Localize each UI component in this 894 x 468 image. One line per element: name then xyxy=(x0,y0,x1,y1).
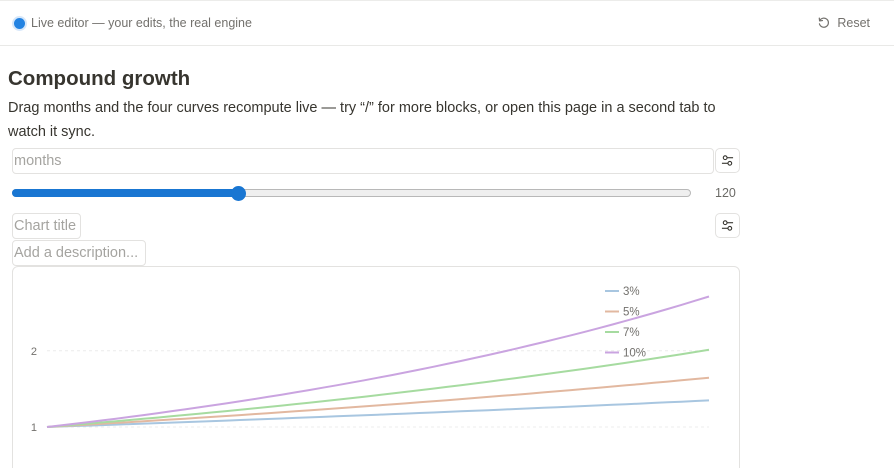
months-field[interactable]: months xyxy=(12,148,714,174)
chart-description-placeholder: Add a description... xyxy=(14,245,139,261)
chart-title-field[interactable]: Chart title xyxy=(12,213,81,239)
legend-label: 10% xyxy=(623,348,646,360)
series-line-5% xyxy=(46,376,710,428)
series-line-3% xyxy=(46,399,710,428)
slider-thumb[interactable] xyxy=(231,186,246,201)
reset-icon xyxy=(819,17,830,28)
legend-label: 5% xyxy=(623,307,640,319)
live-status-label: Live editor — your edits, the real engin… xyxy=(31,16,252,30)
live-status: Live editor — your edits, the real engin… xyxy=(14,16,252,30)
reset-label: Reset xyxy=(837,16,870,30)
y-tick-label: 1 xyxy=(31,422,37,434)
chart-settings-button[interactable] xyxy=(715,213,740,238)
sliders-icon xyxy=(721,220,734,231)
page-description[interactable]: Drag months and the four curves recomput… xyxy=(8,96,728,144)
months-field-placeholder: months xyxy=(14,153,62,169)
page-title: Compound growth xyxy=(8,67,191,90)
legend-label: 7% xyxy=(623,327,640,339)
slider-fill xyxy=(12,189,238,197)
y-tick-label: 2 xyxy=(31,346,37,358)
chart-title-placeholder: Chart title xyxy=(14,218,77,234)
sliders-icon xyxy=(721,155,734,166)
months-slider[interactable] xyxy=(12,186,691,201)
chart-description-field[interactable]: Add a description... xyxy=(12,240,146,266)
top-bar: Live editor — your edits, the real engin… xyxy=(0,0,894,46)
legend-label: 3% xyxy=(623,286,640,298)
live-dot-icon xyxy=(14,17,25,29)
series-line-10% xyxy=(46,295,710,428)
months-settings-button[interactable] xyxy=(715,148,740,173)
slider-value: 120 xyxy=(715,186,736,200)
reset-button[interactable]: Reset xyxy=(817,16,870,30)
line-chart: 1 2 3% 5% 7% 10% xyxy=(31,286,710,434)
chart-card: 1 2 3% 5% 7% 10% xyxy=(12,266,740,468)
